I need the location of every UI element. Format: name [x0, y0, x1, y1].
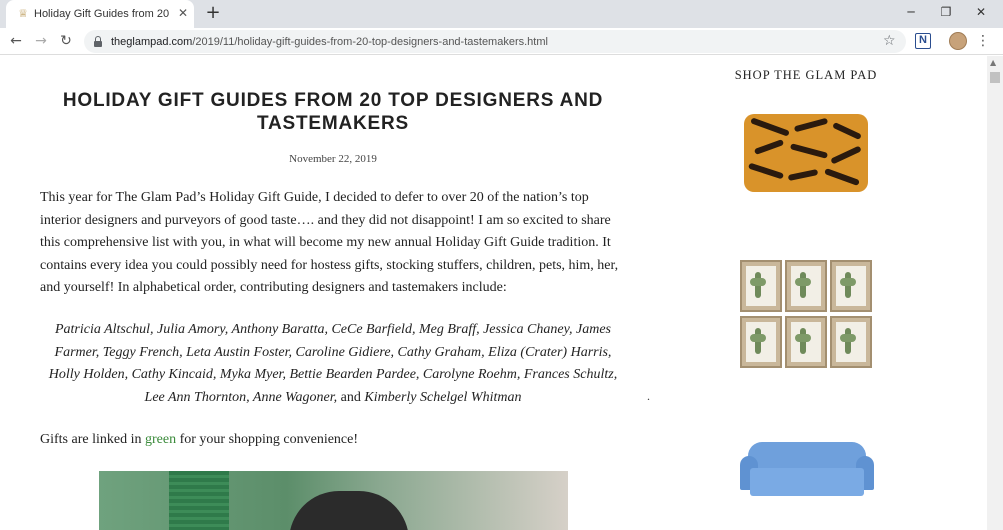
page-scrollbar[interactable]: ▲	[987, 56, 1003, 530]
names-and: and	[340, 389, 361, 405]
minimize-button[interactable]: ─	[901, 3, 921, 21]
scroll-up-icon[interactable]: ▲	[990, 58, 996, 67]
person-silhouette	[289, 491, 409, 530]
post-title: Holiday Gift Guides from 20 Top Designer…	[62, 90, 604, 134]
favicon-icon: ♕	[18, 7, 28, 20]
intro-paragraph: This year for The Glam Pad’s Holiday Gif…	[40, 190, 619, 295]
names-list: Patricia Altschul, Julia Amory, Anthony …	[48, 322, 618, 405]
page-content: Holiday Gift Guides from 20 Top Designer…	[0, 56, 987, 530]
gifts-before: Gifts are linked in	[40, 432, 142, 447]
new-tab-button[interactable]: +	[203, 3, 223, 23]
window-close-button[interactable]: ✕	[971, 3, 991, 21]
gifts-after: for your shopping convenience!	[179, 432, 359, 447]
gifts-note: Gifts are linked in green for your shopp…	[40, 429, 626, 452]
address-bar[interactable]: theglampad.com/2019/11/holiday-gift-guid…	[84, 30, 906, 53]
forward-arrow-icon[interactable]: →	[32, 32, 50, 50]
tab-close-icon[interactable]: ✕	[176, 6, 190, 20]
lock-icon[interactable]	[94, 36, 102, 47]
url-host: theglampad.com	[111, 36, 193, 48]
scroll-thumb[interactable]	[990, 72, 1000, 83]
stray-mark: .	[647, 389, 650, 403]
names-last: Kimberly Schelgel Whitman	[364, 389, 522, 405]
reload-icon[interactable]: ↻	[57, 32, 75, 50]
post-date: November 22, 2019	[289, 153, 377, 165]
green-link[interactable]: green	[145, 432, 176, 447]
hero-image[interactable]	[99, 471, 568, 530]
tiger-pillow-product[interactable]	[744, 114, 868, 192]
tab-title: Holiday Gift Guides from 20 Top Designer…	[34, 8, 172, 20]
profile-avatar[interactable]	[949, 32, 967, 50]
restore-button[interactable]: ❐	[936, 3, 956, 21]
blue-sofa-product[interactable]	[740, 442, 874, 500]
botanical-prints-product[interactable]	[740, 260, 873, 370]
browser-toolbar: ← → ↻ theglampad.com/2019/11/holiday-gif…	[0, 28, 1003, 55]
designer-names-list: Patricia Altschul, Julia Amory, Anthony …	[40, 319, 626, 409]
bookmark-star-icon[interactable]: ☆	[883, 33, 896, 49]
chrome-menu-icon[interactable]: ⋮	[976, 32, 990, 50]
shop-heading: SHOP THE GLAM PAD	[734, 68, 878, 82]
url-text[interactable]: theglampad.com/2019/11/holiday-gift-guid…	[111, 35, 548, 49]
url-path: /2019/11/holiday-gift-guides-from-20-top…	[192, 36, 548, 48]
extension-icon[interactable]: N	[915, 33, 931, 49]
browser-tab[interactable]: ♕ Holiday Gift Guides from 20 Top Design…	[6, 0, 194, 28]
green-shutter	[169, 471, 229, 530]
back-arrow-icon[interactable]: ←	[7, 32, 25, 50]
tab-strip: ♕ Holiday Gift Guides from 20 Top Design…	[0, 0, 1003, 28]
